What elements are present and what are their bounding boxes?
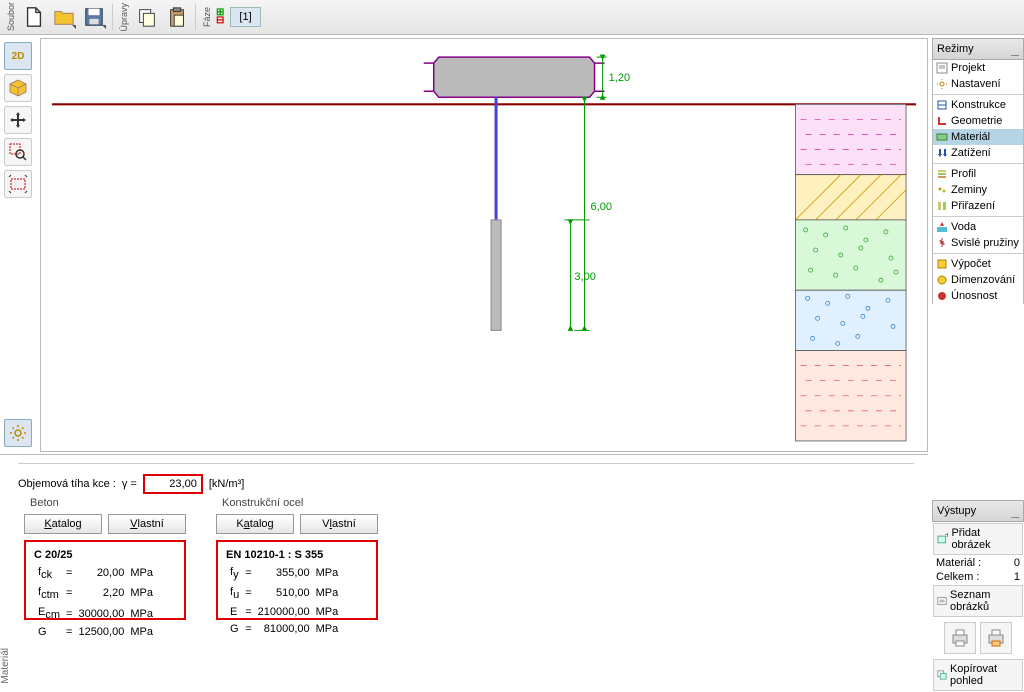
image-list-button[interactable]: Seznam obrázků bbox=[933, 585, 1023, 617]
outputs-panel: Výstupy_ +Přidat obrázek Materiál :0 Cel… bbox=[932, 500, 1024, 692]
steel-vlastni-button[interactable]: Vlastní bbox=[300, 514, 378, 534]
group-label-phase: Fáze bbox=[202, 7, 212, 27]
remove-phase-icon[interactable]: ⊟ bbox=[216, 17, 224, 25]
pan-button[interactable] bbox=[4, 106, 32, 134]
modes-header: Režimy_ bbox=[932, 38, 1024, 60]
mode-assignment[interactable]: Přiřazení bbox=[933, 198, 1023, 214]
steel-data-box: EN 10210-1 : S 355 fy=355,00MPa fu=510,0… bbox=[216, 540, 378, 620]
dim-1: 1,20 bbox=[609, 72, 631, 84]
left-toolbar: 2D bbox=[4, 42, 34, 198]
steel-katalog-button[interactable]: Katalog bbox=[216, 514, 294, 534]
concrete-vlastni-button[interactable]: Vlastní bbox=[108, 514, 186, 534]
save-file-button[interactable] bbox=[80, 3, 108, 31]
mode-load[interactable]: Zatížení bbox=[933, 145, 1023, 161]
mode-project[interactable]: Projekt bbox=[933, 60, 1023, 76]
view-2d-button[interactable]: 2D bbox=[4, 42, 32, 70]
gamma-symbol: γ = bbox=[122, 478, 137, 490]
add-image-button[interactable]: +Přidat obrázek bbox=[933, 523, 1023, 555]
copy-view-button[interactable]: Kopírovat pohled bbox=[933, 659, 1023, 691]
zoom-extents-button[interactable] bbox=[4, 170, 32, 198]
paste-button[interactable] bbox=[163, 3, 191, 31]
mode-calc[interactable]: Výpočet bbox=[933, 256, 1023, 272]
collapse-icon[interactable]: _ bbox=[1011, 503, 1019, 519]
material-count-row: Materiál :0 bbox=[932, 556, 1024, 570]
settings-button[interactable] bbox=[4, 419, 32, 447]
mode-soils[interactable]: Zeminy bbox=[933, 182, 1023, 198]
concrete-katalog-button[interactable]: Katalog bbox=[24, 514, 102, 534]
mode-water[interactable]: Voda bbox=[933, 219, 1023, 235]
dim-3: 3,00 bbox=[574, 271, 596, 283]
mode-settings[interactable]: Nastavení bbox=[933, 76, 1023, 92]
concrete-group: Beton Katalog Vlastní C 20/25 fck=20,00M… bbox=[18, 504, 192, 626]
top-toolbar: Soubor Úpravy Fáze ⊞ ⊟ [1] bbox=[0, 0, 1024, 35]
concrete-data-box: C 20/25 fck=20,00MPa fctm=2,20MPa Ecm=30… bbox=[24, 540, 186, 620]
mode-bearing[interactable]: Únosnost bbox=[933, 288, 1023, 304]
print-button-2[interactable] bbox=[980, 622, 1012, 654]
steel-legend: Konstrukční ocel bbox=[218, 497, 307, 509]
mode-geometry[interactable]: Geometrie bbox=[933, 113, 1023, 129]
weight-label: Objemová tíha kce : bbox=[18, 478, 116, 490]
total-count-row: Celkem :1 bbox=[932, 570, 1024, 584]
weight-input[interactable] bbox=[143, 474, 203, 494]
mode-profile[interactable]: Profil bbox=[933, 166, 1023, 182]
open-file-button[interactable] bbox=[50, 3, 78, 31]
copy-button[interactable] bbox=[133, 3, 161, 31]
collapse-icon[interactable]: _ bbox=[1011, 41, 1019, 57]
steel-group: Konstrukční ocel Katalog Vlastní EN 1021… bbox=[210, 504, 384, 626]
weight-unit: [kN/m³] bbox=[209, 478, 244, 490]
material-panel: Materiál Objemová tíha kce : γ = [kN/m³]… bbox=[0, 454, 928, 692]
zoom-region-button[interactable] bbox=[4, 138, 32, 166]
mode-construction[interactable]: Konstrukce bbox=[933, 97, 1023, 113]
material-tab-label: Materiál bbox=[0, 644, 13, 688]
svg-text:+: + bbox=[945, 533, 949, 541]
new-file-button[interactable] bbox=[20, 3, 48, 31]
group-label-file: Soubor bbox=[6, 2, 16, 31]
print-button-1[interactable] bbox=[944, 622, 976, 654]
drawing-canvas[interactable]: 1,20 6,00 3,00 bbox=[40, 38, 928, 452]
mode-dimensioning[interactable]: Dimenzování bbox=[933, 272, 1023, 288]
group-label-edit: Úpravy bbox=[119, 3, 129, 32]
view-3d-button[interactable] bbox=[4, 74, 32, 102]
outputs-header: Výstupy_ bbox=[932, 500, 1024, 522]
mode-springs[interactable]: Svislé pružiny bbox=[933, 235, 1023, 251]
phase-tab-1[interactable]: [1] bbox=[230, 7, 260, 27]
phase-controls: ⊞ ⊟ bbox=[216, 9, 224, 25]
concrete-legend: Beton bbox=[26, 497, 63, 509]
mode-material[interactable]: Materiál bbox=[933, 129, 1023, 145]
dim-2: 6,00 bbox=[591, 201, 613, 213]
